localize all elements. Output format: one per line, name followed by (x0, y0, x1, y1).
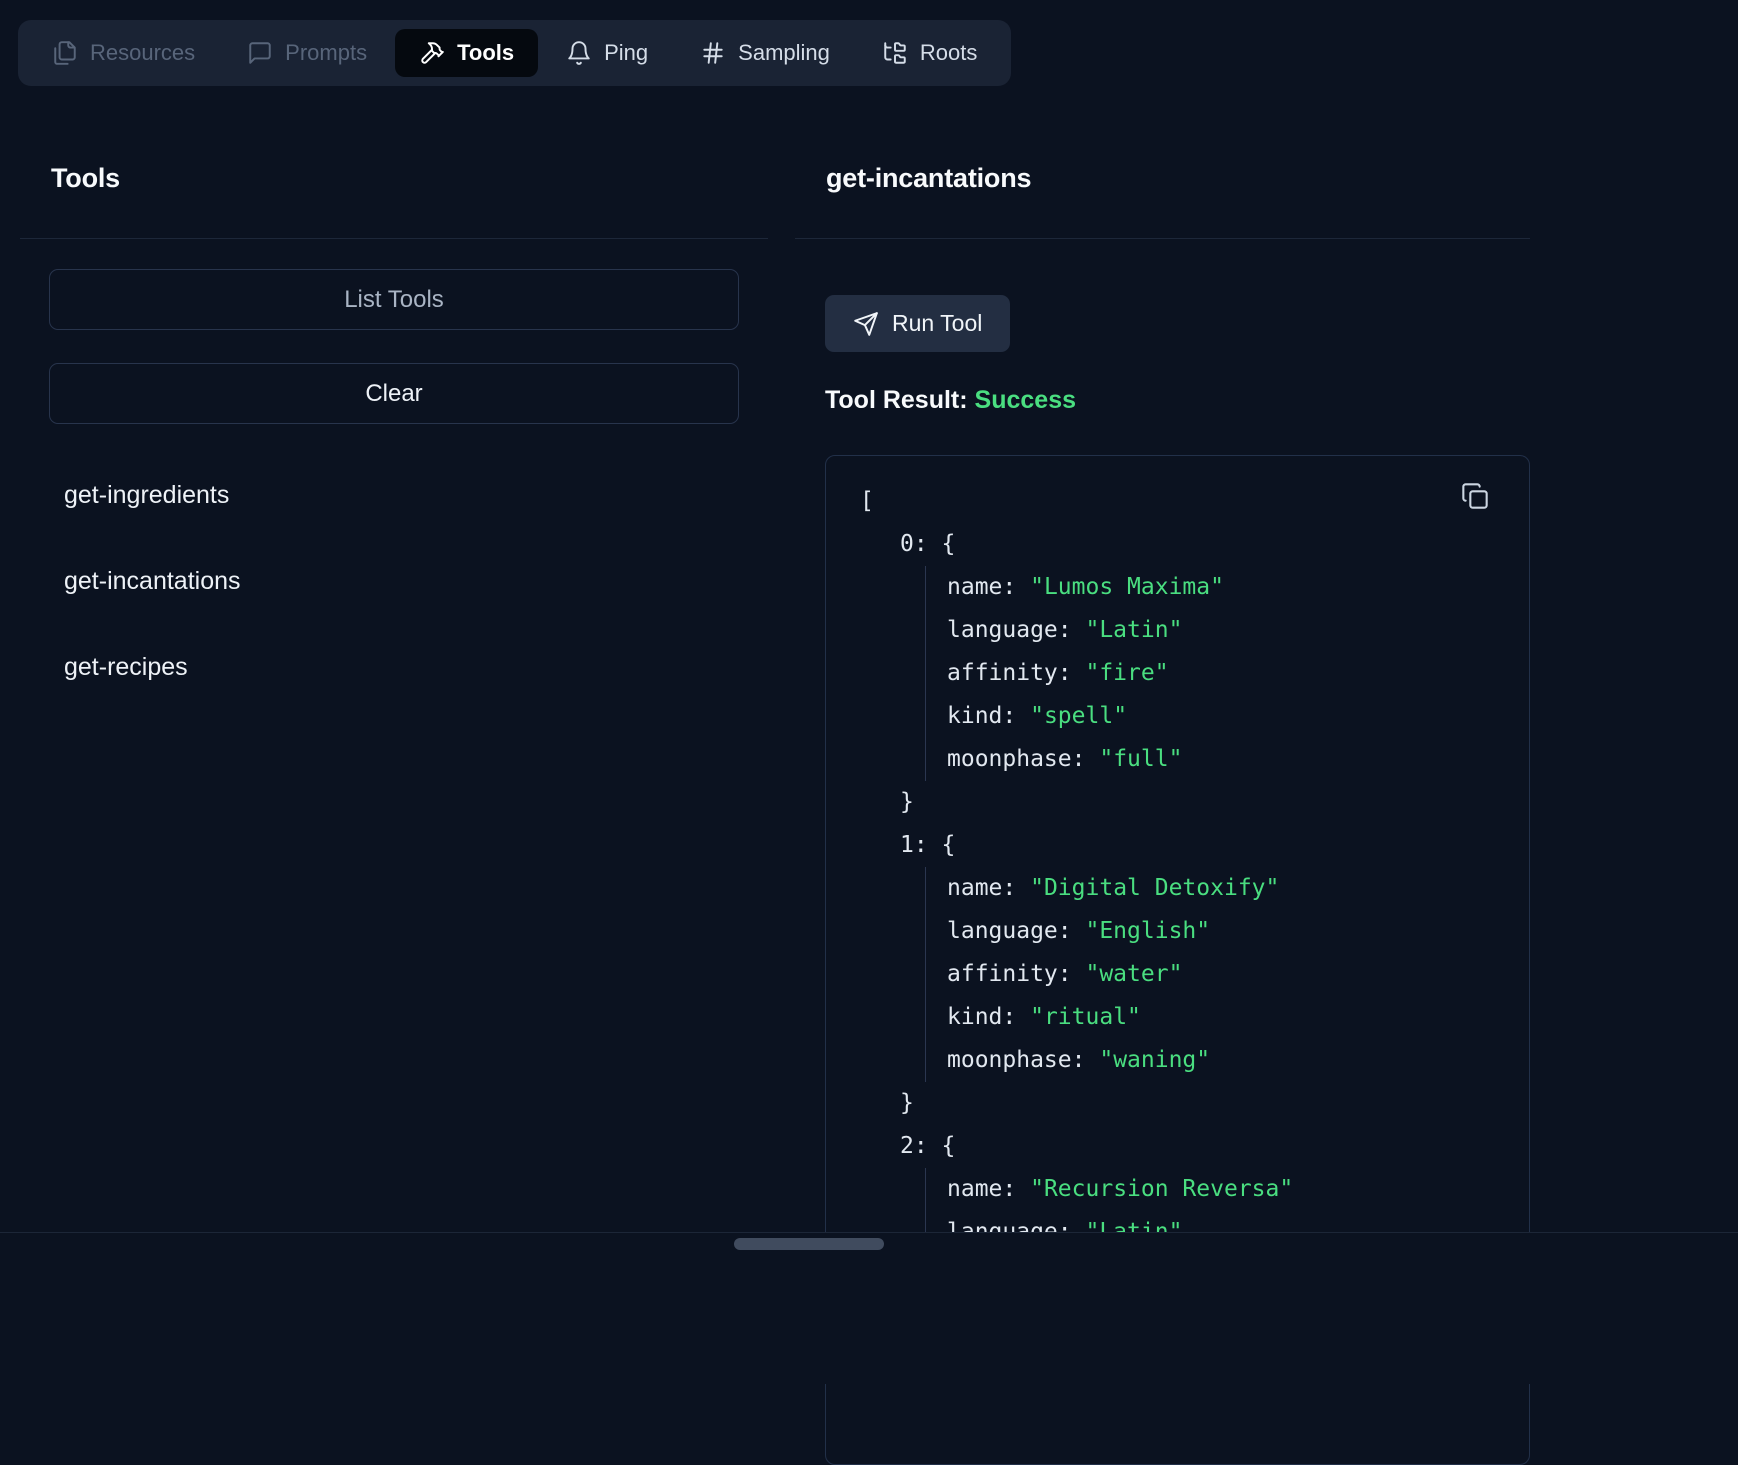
list-tools-button[interactable]: List Tools (49, 269, 739, 330)
history-panel (0, 1232, 1738, 1384)
json-string-value: "fire" (1085, 660, 1168, 686)
json-string-value: "Latin" (1085, 617, 1182, 643)
tab-tools[interactable]: Tools (395, 29, 538, 77)
json-line: 1: { (860, 824, 1529, 867)
json-line: [ (860, 480, 1529, 523)
json-string-value: "English" (1085, 918, 1210, 944)
json-line: affinity: "fire" (947, 652, 1529, 695)
selected-tool-title: get-incantations (826, 163, 1530, 194)
json-line: } (860, 1082, 1529, 1125)
send-icon (853, 311, 879, 337)
json-key: language: (947, 617, 1072, 643)
json-line: kind: "spell" (947, 695, 1529, 738)
tab-resources: Resources (28, 29, 219, 77)
json-key: affinity: (947, 961, 1072, 987)
tool-result-line: Tool Result: Success (825, 386, 1530, 415)
run-tool-label: Run Tool (892, 310, 982, 337)
tab-roots[interactable]: Roots (858, 29, 1001, 77)
tool-result-label: Tool Result: (825, 386, 968, 414)
tab-label: Resources (90, 40, 195, 66)
json-line: } (860, 781, 1529, 824)
json-entry: 0: {name: "Lumos Maxima"language: "Latin… (860, 523, 1529, 824)
json-key: name: (947, 875, 1016, 901)
json-line: name: "Lumos Maxima" (947, 566, 1529, 609)
tab-ping[interactable]: Ping (542, 29, 672, 77)
tool-list-item[interactable]: get-ingredients (20, 452, 768, 538)
json-line: language: "English" (947, 910, 1529, 953)
files-icon (52, 40, 78, 66)
json-line: kind: "ritual" (947, 996, 1529, 1039)
tools-panel-title: Tools (51, 163, 768, 194)
tools-panel: Tools List Tools Clear get-ingredients g… (20, 163, 768, 710)
tab-prompts: Prompts (223, 29, 391, 77)
json-string-value: "full" (1099, 746, 1182, 772)
clear-button[interactable]: Clear (49, 363, 739, 424)
json-string-value: "spell" (1030, 703, 1127, 729)
json-line: moonphase: "full" (947, 738, 1529, 781)
json-entry-children: name: "Digital Detoxify"language: "Engli… (925, 867, 1529, 1082)
hammer-icon (419, 40, 445, 66)
json-key: language: (947, 918, 1072, 944)
message-square-icon (247, 40, 273, 66)
tool-result-status: Success (975, 386, 1076, 414)
run-tool-button[interactable]: Run Tool (825, 295, 1010, 352)
json-line: affinity: "water" (947, 953, 1529, 996)
folder-tree-icon (882, 40, 908, 66)
json-entry: 1: {name: "Digital Detoxify"language: "E… (860, 824, 1529, 1125)
json-string-value: "water" (1085, 961, 1182, 987)
divider (20, 238, 768, 239)
json-string-value: "waning" (1099, 1047, 1210, 1073)
bell-icon (566, 40, 592, 66)
json-key: name: (947, 1176, 1016, 1202)
tool-list-item[interactable]: get-incantations (20, 538, 768, 624)
json-key: moonphase: (947, 746, 1085, 772)
divider (795, 238, 1530, 239)
json-line: 2: { (860, 1125, 1529, 1168)
json-string-value: "Lumos Maxima" (1030, 574, 1224, 600)
json-key: kind: (947, 1004, 1016, 1030)
json-string-value: "ritual" (1030, 1004, 1141, 1030)
copy-icon (1461, 498, 1489, 513)
json-key: name: (947, 574, 1016, 600)
tab-label: Tools (457, 40, 514, 66)
json-string-value: "Digital Detoxify" (1030, 875, 1279, 901)
tool-list: get-ingredients get-incantations get-rec… (20, 452, 768, 710)
tab-label: Roots (920, 40, 977, 66)
tab-label: Ping (604, 40, 648, 66)
json-key: kind: (947, 703, 1016, 729)
json-line: name: "Digital Detoxify" (947, 867, 1529, 910)
tab-label: Sampling (738, 40, 830, 66)
json-line: moonphase: "waning" (947, 1039, 1529, 1082)
tab-label: Prompts (285, 40, 367, 66)
json-line: 0: { (860, 523, 1529, 566)
json-line: language: "Latin" (947, 609, 1529, 652)
json-line: name: "Recursion Reversa" (947, 1168, 1529, 1211)
json-tree: [0: {name: "Lumos Maxima"language: "Lati… (860, 480, 1529, 1340)
tab-bar: Resources Prompts Tools Ping Sampling Ro… (18, 20, 1011, 86)
tab-sampling[interactable]: Sampling (676, 29, 854, 77)
json-entry-children: name: "Lumos Maxima"language: "Latin"aff… (925, 566, 1529, 781)
hash-icon (700, 40, 726, 66)
panel-resize-handle[interactable] (734, 1238, 884, 1250)
tool-list-item[interactable]: get-recipes (20, 624, 768, 710)
copy-button[interactable] (1461, 482, 1489, 513)
json-string-value: "Recursion Reversa" (1030, 1176, 1293, 1202)
json-key: affinity: (947, 660, 1072, 686)
json-key: moonphase: (947, 1047, 1085, 1073)
